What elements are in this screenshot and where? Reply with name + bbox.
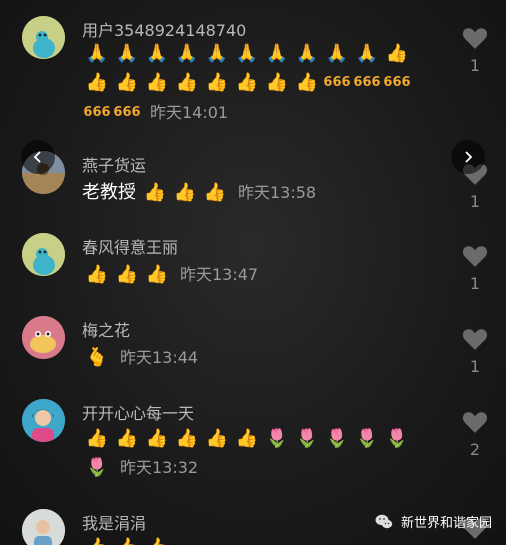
like-button[interactable]: 1 xyxy=(460,26,490,75)
comment-emoji: 🙏 xyxy=(325,42,349,64)
watermark: 新世界和谐家园 xyxy=(375,512,492,531)
comment-emoji: 🙏 xyxy=(85,42,109,64)
comment-time: 昨天14:01 xyxy=(150,102,229,122)
comment-emoji: 🙏 xyxy=(295,42,319,64)
comment-emoji: 👍 xyxy=(175,72,199,93)
comment-emoji: 🌷 xyxy=(295,427,319,449)
comment-text: 老教授 xyxy=(82,181,136,203)
comment-username[interactable]: 春风得意王丽 xyxy=(82,234,178,258)
prev-button[interactable] xyxy=(21,140,55,174)
comment-emoji: 666 xyxy=(113,104,141,120)
comment-body: 🫰 昨天13:44 xyxy=(82,342,422,372)
comment-item: 燕子货运 老教授 👍 👍 👍 昨天13:58 1 xyxy=(0,140,506,220)
like-count: 1 xyxy=(469,274,481,293)
heart-icon xyxy=(462,412,488,433)
comment-body: 🙏 🙏 🙏 🙏 🙏 🙏 🙏 🙏 🙏 🙏 👍👍 👍 👍 👍 👍 👍 👍 👍 666 666 666666 666 昨天14:0… xyxy=(82,38,422,127)
comment-emoji: 👍 xyxy=(115,263,139,285)
comment-emoji: 🌷 xyxy=(385,427,409,449)
comment-body: 👍 👍 👍 👍 👍 👍 🌷 🌷 🌷 🌷 🌷 🌷 昨天13:32 xyxy=(82,423,422,482)
comment-emoji: 👍 xyxy=(295,72,319,93)
chevron-right-icon xyxy=(465,151,473,163)
chevron-left-icon xyxy=(33,151,41,163)
comment-emoji: 🙏 xyxy=(175,42,199,64)
comment-body: 👍 👍 👍 昨天13:47 xyxy=(82,259,422,289)
avatar[interactable] xyxy=(22,399,65,442)
comment-emoji: 👍 xyxy=(115,72,139,93)
heart-icon xyxy=(462,28,488,49)
like-count: 1 xyxy=(469,192,481,211)
comment-emoji: 👍 xyxy=(142,533,172,545)
comment-time: 昨天13:58 xyxy=(238,182,317,202)
comment-username[interactable]: 我是涓涓 xyxy=(82,510,146,534)
comment-emoji: 👍 xyxy=(115,427,139,449)
comment-emoji: 🌷 xyxy=(355,427,379,449)
heart-icon xyxy=(462,329,488,350)
comment-time: 昨天13:32 xyxy=(120,458,199,477)
comment-emoji: 🌷 xyxy=(325,427,349,449)
like-count: 1 xyxy=(469,56,481,75)
comment-emoji: 👍 xyxy=(235,72,259,93)
comment-item: 开开心心每一天 👍 👍 👍 👍 👍 👍 🌷 🌷 🌷 🌷 🌷 🌷 昨天13:32 2 xyxy=(0,388,506,498)
next-button[interactable] xyxy=(451,140,485,174)
comment-emoji: 🌷 xyxy=(85,457,109,478)
comment-emoji: 👍 xyxy=(145,72,169,93)
watermark-text: 新世界和谐家园 xyxy=(400,516,492,531)
comment-item: 梅之花 🫰 昨天13:44 1 xyxy=(0,305,506,385)
comment-body: 👍👍👍 xyxy=(82,532,422,545)
heart-icon xyxy=(462,246,488,267)
comment-time: 昨天13:47 xyxy=(180,264,259,284)
comment-emoji: 🌷 xyxy=(265,427,289,449)
comment-item: 春风得意王丽 👍 👍 👍 昨天13:47 1 xyxy=(0,222,506,302)
like-button[interactable]: 1 xyxy=(460,244,490,293)
comment-body: 老教授 👍 👍 👍 昨天13:58 xyxy=(82,177,422,207)
comment-time: 昨天13:44 xyxy=(120,347,199,367)
like-count: 2 xyxy=(469,440,481,459)
comment-emoji: 🙏 xyxy=(205,42,229,64)
comment-emoji: 👍 xyxy=(265,72,289,93)
comment-emoji: 👍 xyxy=(85,427,109,449)
avatar[interactable] xyxy=(22,16,65,59)
like-button[interactable]: 2 xyxy=(460,410,490,459)
comment-emoji: 👍 xyxy=(145,427,169,449)
comment-emoji: 👍 xyxy=(205,427,229,449)
comment-emoji: 🙏 xyxy=(115,42,139,64)
comment-emoji: 🫰 xyxy=(85,346,109,368)
comment-emoji: 666 xyxy=(383,75,411,90)
comment-username[interactable]: 梅之花 xyxy=(82,317,130,341)
comment-emoji: 👍 xyxy=(385,42,409,64)
avatar[interactable] xyxy=(22,316,65,359)
comment-item: 用户3548924148740 🙏 🙏 🙏 🙏 🙏 🙏 🙏 🙏 🙏 🙏 👍👍 👍 👍 👍 👍 👍 👍 👍 666 66… xyxy=(0,0,506,135)
comment-emoji: 🙏 xyxy=(145,42,169,64)
comment-emoji: 👍 xyxy=(175,427,199,449)
comment-emoji: 🙏 xyxy=(265,42,289,64)
comment-emoji: 👍 xyxy=(112,533,142,545)
comment-emoji: 666 xyxy=(323,75,351,90)
comment-emoji: 👍 xyxy=(203,181,227,203)
comment-emoji: 👍 xyxy=(173,181,197,203)
comment-emoji: 👍 xyxy=(235,427,259,449)
like-button[interactable]: 1 xyxy=(460,327,490,376)
comment-emoji: 🙏 xyxy=(355,42,379,64)
wechat-icon xyxy=(375,514,393,528)
comment-username[interactable]: 开开心心每一天 xyxy=(82,400,194,424)
comment-username[interactable]: 燕子货运 xyxy=(82,152,146,176)
comment-emoji: 👍 xyxy=(82,533,112,545)
comment-emoji: 👍 xyxy=(85,263,109,285)
comment-emoji: 👍 xyxy=(205,72,229,93)
avatar[interactable] xyxy=(22,233,65,276)
comment-emoji: 👍 xyxy=(145,263,169,285)
avatar[interactable] xyxy=(22,509,65,545)
comment-emoji: 666 xyxy=(353,75,381,90)
comment-emoji: 🙏 xyxy=(235,42,259,64)
comment-emoji: 👍 xyxy=(85,72,109,93)
like-count: 1 xyxy=(469,357,481,376)
comment-emoji: 👍 xyxy=(143,181,167,203)
comment-emoji: 666 xyxy=(83,104,111,120)
